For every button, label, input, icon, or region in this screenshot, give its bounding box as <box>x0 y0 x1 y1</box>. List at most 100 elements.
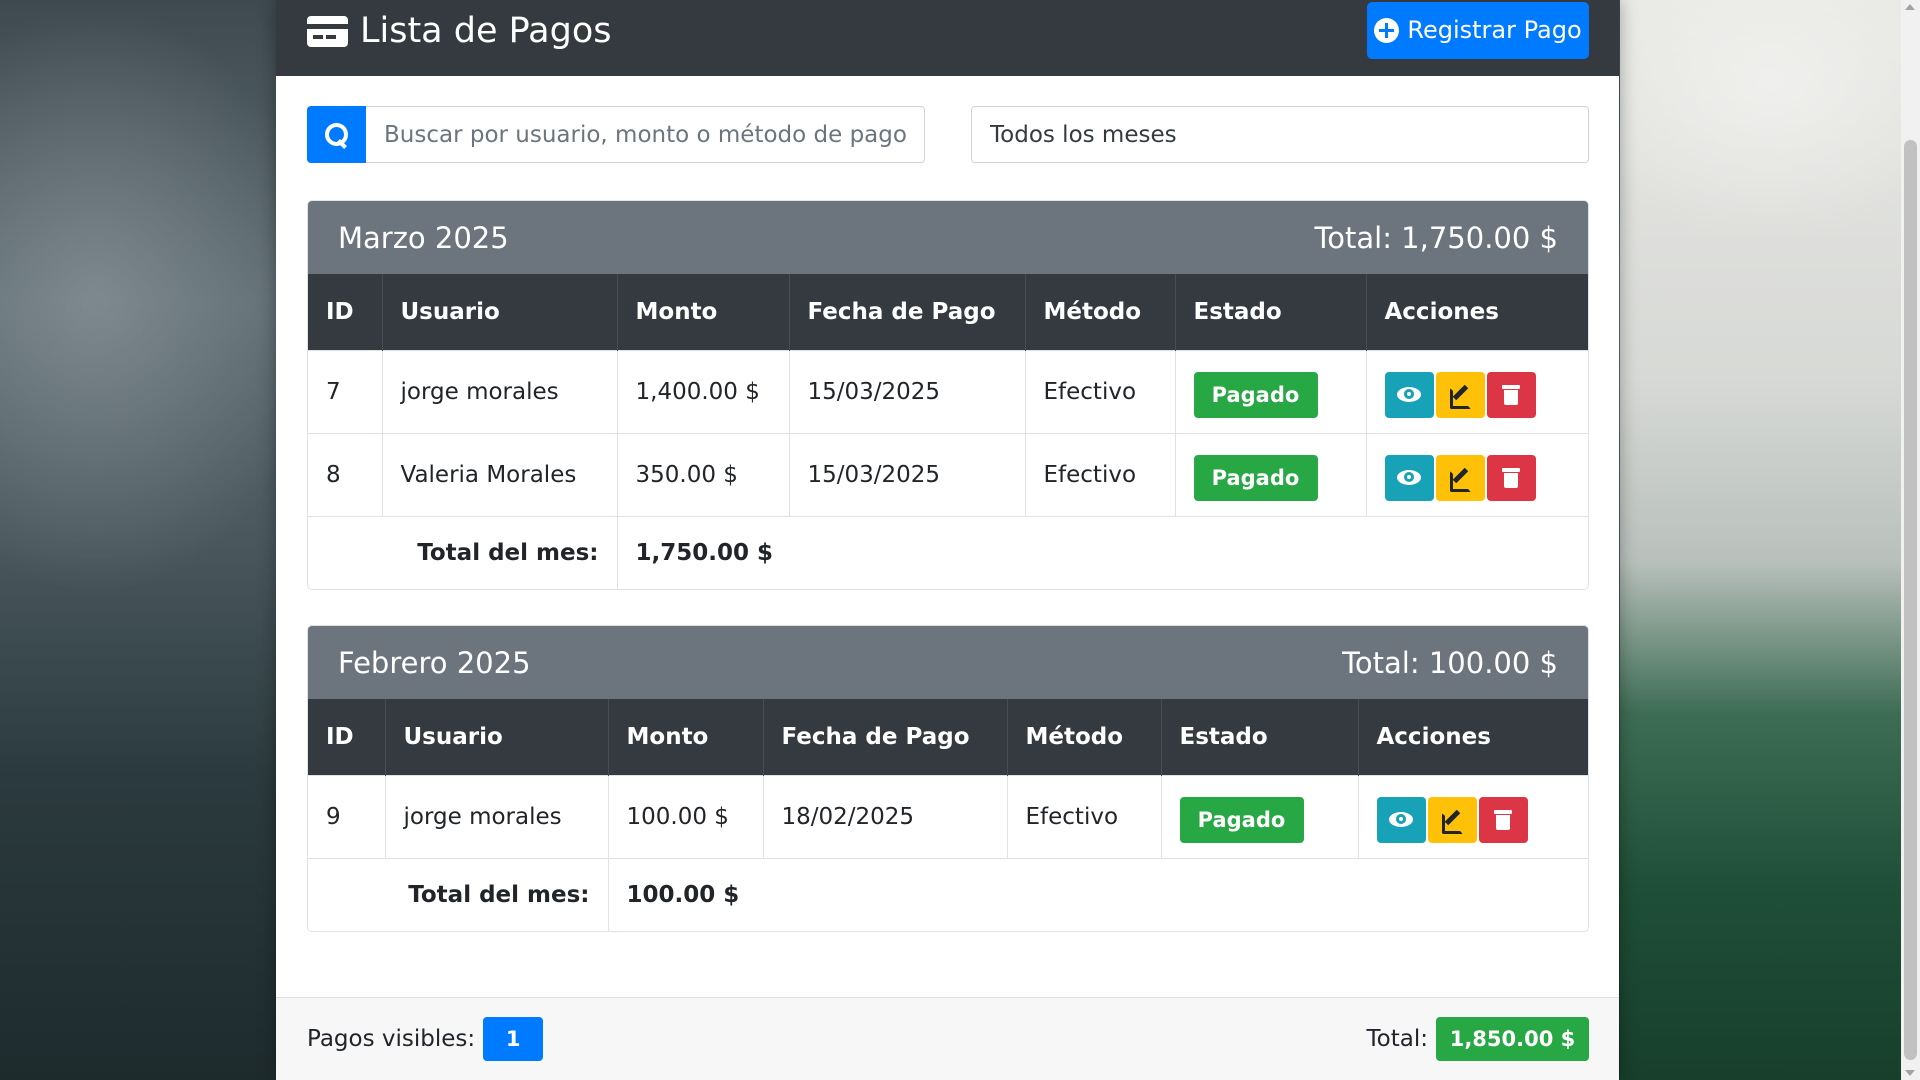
cell-metodo: Efectivo <box>1025 349 1176 433</box>
search-button[interactable] <box>307 106 366 163</box>
register-payment-button[interactable]: Registrar Pago <box>1367 1 1589 59</box>
status-badge: Pagado <box>1193 454 1318 501</box>
register-payment-label: Registrar Pago <box>1407 16 1582 44</box>
delete-button[interactable] <box>1478 796 1528 843</box>
background-photo-right <box>1620 0 1920 1080</box>
table-row: 9 jorge morales 100.00 $ 18/02/2025 Efec… <box>308 774 1588 858</box>
cell-id: 9 <box>308 774 386 858</box>
view-button[interactable] <box>1384 371 1434 418</box>
column-header-monto: Monto <box>608 699 764 775</box>
row-actions <box>1384 454 1571 501</box>
column-header-estado: Estado <box>1161 699 1359 775</box>
column-header-metodo: Método <box>1025 274 1176 350</box>
search-group <box>307 106 925 163</box>
search-input[interactable] <box>366 106 925 163</box>
month-total-value: 1,750.00 $ <box>617 515 1588 589</box>
status-badge: Pagado <box>1193 371 1318 418</box>
eye-icon <box>1397 387 1421 402</box>
visible-count-group: Pagos visibles: 1 <box>307 1017 544 1061</box>
card-footer: Pagos visibles: 1 Total: 1,850.00 $ <box>276 997 1619 1080</box>
credit-card-icon <box>307 15 348 47</box>
month-total-label: Total del mes: <box>308 857 609 931</box>
plus-circle-icon <box>1374 17 1400 43</box>
cell-id: 8 <box>308 432 383 516</box>
column-header-estado: Estado <box>1175 274 1367 350</box>
table-header-row: ID Usuario Monto Fecha de Pago Método Es… <box>308 699 1588 775</box>
row-actions <box>1376 796 1571 843</box>
cell-estado: Pagado <box>1175 432 1367 516</box>
month-total-row: Total del mes: 100.00 $ <box>308 857 1588 931</box>
page-title: Lista de Pagos <box>360 11 612 51</box>
cell-metodo: Efectivo <box>1007 774 1162 858</box>
month-header-total: Total: 100.00 $ <box>1342 645 1558 680</box>
table-header-row: ID Usuario Monto Fecha de Pago Método Es… <box>308 274 1588 350</box>
title-group: Lista de Pagos <box>307 11 611 51</box>
edit-button[interactable] <box>1435 371 1485 418</box>
column-header-fecha: Fecha de Pago <box>763 699 1008 775</box>
scrollbar-thumb[interactable] <box>1904 140 1917 1060</box>
cell-monto: 1,400.00 $ <box>617 349 790 433</box>
payments-table: ID Usuario Monto Fecha de Pago Método Es… <box>308 699 1588 931</box>
filters-bar: Todos los meses <box>307 106 1589 163</box>
cell-fecha: 18/02/2025 <box>763 774 1008 858</box>
edit-button[interactable] <box>1427 796 1477 843</box>
table-row: 8 Valeria Morales 350.00 $ 15/03/2025 Ef… <box>308 432 1588 516</box>
month-total-row: Total del mes: 1,750.00 $ <box>308 515 1588 589</box>
grand-total-label: Total: <box>1366 1026 1428 1052</box>
cell-monto: 350.00 $ <box>617 432 790 516</box>
cell-fecha: 15/03/2025 <box>789 349 1026 433</box>
delete-button[interactable] <box>1486 454 1536 501</box>
cell-fecha: 15/03/2025 <box>789 432 1026 516</box>
cell-acciones <box>1366 349 1588 433</box>
cell-monto: 100.00 $ <box>608 774 764 858</box>
month-header-total: Total: 1,750.00 $ <box>1314 220 1558 255</box>
column-header-metodo: Método <box>1007 699 1162 775</box>
month-header: Febrero 2025 Total: 100.00 $ <box>308 626 1588 699</box>
cell-id: 7 <box>308 349 383 433</box>
cell-estado: Pagado <box>1161 774 1359 858</box>
trash-icon <box>1502 384 1520 405</box>
row-actions <box>1384 371 1571 418</box>
grand-total-group: Total: 1,850.00 $ <box>1367 1017 1589 1061</box>
month-filter-value: Todos los meses <box>990 121 1177 148</box>
column-header-monto: Monto <box>617 274 790 350</box>
visible-count-badge: 1 <box>483 1017 544 1061</box>
cell-estado: Pagado <box>1175 349 1367 433</box>
month-filter-select[interactable]: Todos los meses <box>971 106 1589 163</box>
table-row: 7 jorge morales 1,400.00 $ 15/03/2025 Ef… <box>308 349 1588 433</box>
page-scrollbar[interactable] <box>1901 0 1920 1080</box>
cell-usuario: Valeria Morales <box>382 432 618 516</box>
scroll-up-arrow[interactable] <box>1905 4 1915 10</box>
edit-button[interactable] <box>1435 454 1485 501</box>
eye-icon <box>1389 812 1413 827</box>
cell-usuario: jorge morales <box>385 774 609 858</box>
edit-icon <box>1441 809 1463 834</box>
scroll-down-arrow[interactable] <box>1905 1070 1915 1076</box>
search-icon <box>324 122 350 148</box>
column-header-id: ID <box>308 274 383 350</box>
cell-metodo: Efectivo <box>1025 432 1176 516</box>
edit-icon <box>1449 467 1471 492</box>
month-group-febrero: Febrero 2025 Total: 100.00 $ ID Usuario … <box>307 625 1589 932</box>
cell-acciones <box>1358 774 1588 858</box>
edit-icon <box>1449 384 1471 409</box>
card-header: Lista de Pagos Registrar Pago <box>276 0 1619 76</box>
cell-usuario: jorge morales <box>382 349 618 433</box>
delete-button[interactable] <box>1486 371 1536 418</box>
column-header-fecha: Fecha de Pago <box>789 274 1026 350</box>
column-header-usuario: Usuario <box>382 274 618 350</box>
month-group-marzo: Marzo 2025 Total: 1,750.00 $ ID Usuario … <box>307 200 1589 590</box>
month-total-label: Total del mes: <box>308 515 618 589</box>
column-header-acciones: Acciones <box>1366 274 1588 350</box>
trash-icon <box>1502 467 1520 488</box>
eye-icon <box>1397 470 1421 485</box>
cell-acciones <box>1366 432 1588 516</box>
view-button[interactable] <box>1376 796 1426 843</box>
month-name: Marzo 2025 <box>338 220 509 255</box>
month-header: Marzo 2025 Total: 1,750.00 $ <box>308 201 1588 274</box>
view-button[interactable] <box>1384 454 1434 501</box>
month-name: Febrero 2025 <box>338 645 531 680</box>
column-header-id: ID <box>308 699 386 775</box>
visible-count-label: Pagos visibles: <box>307 1026 476 1052</box>
month-total-value: 100.00 $ <box>608 857 1588 931</box>
